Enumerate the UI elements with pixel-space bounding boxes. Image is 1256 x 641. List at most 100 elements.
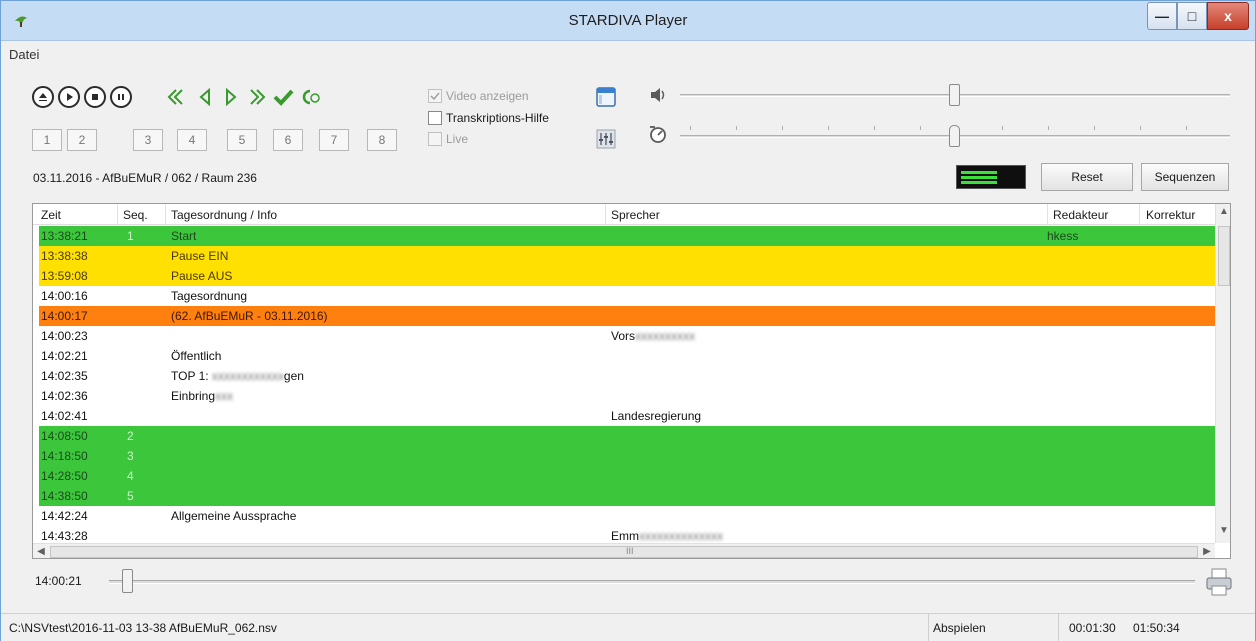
sequence-button-5[interactable]: 5 xyxy=(227,129,257,151)
printer-icon[interactable] xyxy=(1205,567,1233,597)
slider-tick xyxy=(1002,126,1003,130)
time-cell: 14:02:36 xyxy=(41,389,88,403)
menu-file[interactable]: Datei xyxy=(9,47,39,62)
live-checkbox[interactable] xyxy=(428,132,442,146)
table-row[interactable]: 14:02:21 Öffentlich xyxy=(39,346,1215,366)
scroll-down-icon[interactable]: ▼ xyxy=(1216,523,1230,539)
column-header-info[interactable]: Tagesordnung / Info xyxy=(171,208,277,222)
sequence-button-7[interactable]: 7 xyxy=(319,129,349,151)
vertical-scrollbar[interactable]: ▲ ▼ xyxy=(1215,204,1230,543)
table-row[interactable]: 14:43:28 Emmxxxxxxxxxxxxxx xyxy=(39,526,1215,543)
pause-button[interactable] xyxy=(110,86,132,108)
table-row[interactable]: 14:02:41 Landesregierung xyxy=(39,406,1215,426)
scroll-right-icon[interactable]: ▶ xyxy=(1199,544,1215,558)
sequence-button-4[interactable]: 4 xyxy=(177,129,207,151)
time-cell: 14:18:50 xyxy=(41,449,88,463)
skip-back-icon[interactable] xyxy=(164,85,188,109)
minimize-button[interactable]: — xyxy=(1147,2,1177,30)
checkmark-icon xyxy=(430,92,440,101)
info-cell: Allgemeine Aussprache xyxy=(171,509,297,523)
seq-cell: 5 xyxy=(127,489,134,503)
time-cell: 14:00:23 xyxy=(41,329,88,343)
table-row[interactable]: 13:38:38 Pause EIN xyxy=(39,246,1215,266)
column-header-seq[interactable]: Seq. xyxy=(123,208,148,222)
column-header-speaker[interactable]: Sprecher xyxy=(611,208,660,222)
table-row[interactable]: 14:02:36 Einbringxxx xyxy=(39,386,1215,406)
eject-button[interactable] xyxy=(32,86,54,108)
table-row[interactable]: 14:28:50 4 xyxy=(39,466,1215,486)
column-header-time[interactable]: Zeit xyxy=(41,208,61,222)
window-view-icon[interactable] xyxy=(595,85,617,109)
status-time-section: 00:01:30 01:50:34 xyxy=(1059,614,1239,641)
redacted-name: xxxxxxxxxx xyxy=(635,329,696,343)
scroll-up-icon[interactable]: ▲ xyxy=(1216,204,1230,220)
column-divider[interactable] xyxy=(605,204,606,225)
horizontal-scrollbar[interactable]: ◀ III ▶ xyxy=(33,543,1215,558)
table-row[interactable]: 14:02:35 TOP 1: xxxxxxxxxxxxgen xyxy=(39,366,1215,386)
video-checkbox[interactable] xyxy=(428,89,442,103)
time-cell: 14:38:50 xyxy=(41,489,88,503)
sequence-button-8[interactable]: 8 xyxy=(367,129,397,151)
speed-slider-thumb[interactable] xyxy=(949,125,960,147)
step-forward-icon[interactable] xyxy=(219,85,243,109)
playback-position-label: 14:00:21 xyxy=(35,574,82,588)
maximize-button[interactable]: □ xyxy=(1177,2,1207,30)
reset-button[interactable]: Reset xyxy=(1041,163,1133,191)
level-bar xyxy=(961,181,997,184)
status-bar: C:\NSVtest\2016-11-03 13-38 AfBuEMuR_062… xyxy=(1,613,1255,641)
transcription-checkbox[interactable] xyxy=(428,111,442,125)
slider-tick xyxy=(920,126,921,130)
close-button[interactable]: x xyxy=(1207,2,1249,30)
sequence-button-3[interactable]: 3 xyxy=(133,129,163,151)
sequences-button[interactable]: Sequenzen xyxy=(1141,163,1229,191)
skip-forward-icon[interactable] xyxy=(245,85,269,109)
table-row[interactable]: 13:38:21 1 Start hkess xyxy=(39,226,1215,246)
table-row[interactable]: 14:00:23 Vorsxxxxxxxxxx xyxy=(39,326,1215,346)
info-cell: Pause AUS xyxy=(171,269,233,283)
time-cell: 13:38:21 xyxy=(41,229,88,243)
table-row[interactable]: 14:00:17 (62. AfBuEMuR - 03.11.2016) xyxy=(39,306,1215,326)
column-header-correction[interactable]: Korrektur xyxy=(1146,208,1195,222)
scroll-left-icon[interactable]: ◀ xyxy=(33,544,49,558)
info-text: TOP 1: xyxy=(171,369,212,383)
speaker-cell: Vorsxxxxxxxxxx xyxy=(611,329,695,343)
loop-icon[interactable] xyxy=(297,85,321,109)
info-cell: Öffentlich xyxy=(171,349,222,363)
table-row[interactable]: 14:18:50 3 xyxy=(39,446,1215,466)
stop-icon xyxy=(92,94,98,100)
slider-tick xyxy=(828,126,829,130)
table-row[interactable]: 14:42:24 Allgemeine Aussprache xyxy=(39,506,1215,526)
sequence-button-2[interactable]: 2 xyxy=(67,129,97,151)
transcription-label: Transkriptions-Hilfe xyxy=(446,111,549,125)
step-back-icon[interactable] xyxy=(193,85,217,109)
table-row[interactable]: 14:08:50 2 xyxy=(39,426,1215,446)
horizontal-scroll-thumb[interactable]: III xyxy=(50,546,1198,558)
equalizer-icon[interactable] xyxy=(595,127,617,151)
column-divider[interactable] xyxy=(1139,204,1140,225)
vertical-scroll-thumb[interactable] xyxy=(1218,226,1230,286)
events-table[interactable]: Zeit Seq. Tagesordnung / Info Sprecher R… xyxy=(32,203,1231,559)
volume-slider-thumb[interactable] xyxy=(949,84,960,106)
check-icon[interactable] xyxy=(271,85,295,109)
session-label: 03.11.2016 - AfBuEMuR / 062 / Raum 236 xyxy=(33,171,257,185)
table-row[interactable]: 14:00:16 Tagesordnung xyxy=(39,286,1215,306)
time-cell: 14:00:16 xyxy=(41,289,88,303)
sequence-button-6[interactable]: 6 xyxy=(273,129,303,151)
eject-icon xyxy=(39,93,47,101)
title-bar[interactable]: STARDIVA Player — □ x xyxy=(1,1,1255,41)
table-row[interactable]: 13:59:08 Pause AUS xyxy=(39,266,1215,286)
column-divider[interactable] xyxy=(1047,204,1048,225)
playback-slider-thumb[interactable] xyxy=(122,569,133,593)
level-bar xyxy=(961,176,997,179)
column-header-editor[interactable]: Redakteur xyxy=(1053,208,1108,222)
column-divider[interactable] xyxy=(165,204,166,225)
stop-button[interactable] xyxy=(84,86,106,108)
table-row[interactable]: 14:38:50 5 xyxy=(39,486,1215,506)
window-title: STARDIVA Player xyxy=(568,12,688,29)
column-divider[interactable] xyxy=(117,204,118,225)
playback-slider-track[interactable] xyxy=(109,580,1195,584)
seq-cell: 4 xyxy=(127,469,134,483)
sequence-button-1[interactable]: 1 xyxy=(32,129,62,151)
play-button[interactable] xyxy=(58,86,80,108)
speaker-cell: Landesregierung xyxy=(611,409,702,423)
